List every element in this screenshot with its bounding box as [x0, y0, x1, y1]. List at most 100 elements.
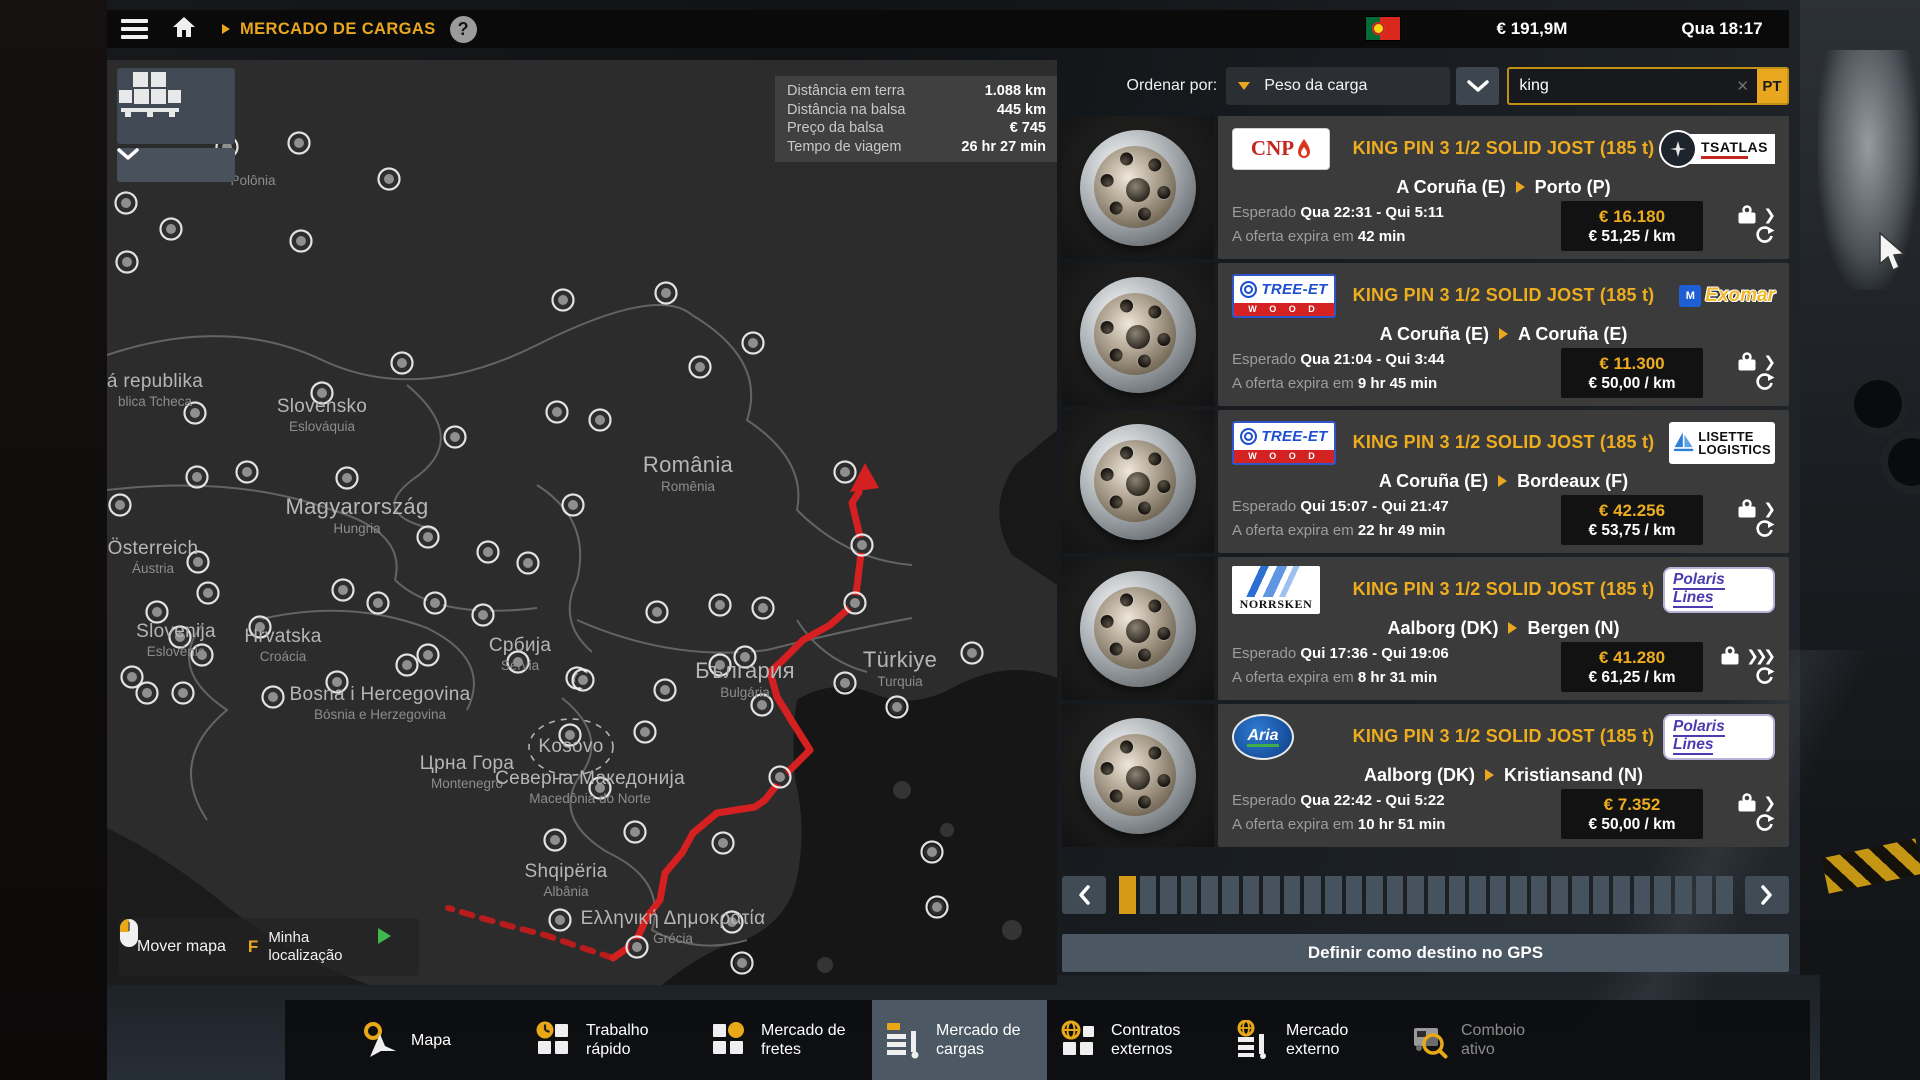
page-segment-active[interactable] [1119, 876, 1136, 914]
nav-item-mercado-de-cargas[interactable]: Mercado decargas [872, 1000, 1047, 1080]
offer-rate-per-km: € 53,75 / km [1588, 522, 1675, 540]
city-marker [192, 645, 213, 666]
urgency-chevrons-icon: ❯ [1763, 206, 1775, 224]
treeet-spiral-icon [1240, 428, 1257, 445]
next-page-button[interactable] [1745, 876, 1789, 914]
city-marker [550, 910, 571, 931]
page-segment[interactable] [1366, 876, 1383, 914]
help-button[interactable]: ? [450, 16, 477, 43]
page-segment[interactable] [1346, 876, 1363, 914]
mouse-icon [119, 918, 139, 948]
page-segment[interactable] [1675, 876, 1692, 914]
sort-dropdown[interactable]: Peso da carga [1226, 67, 1450, 105]
recipient-logo: TSATLAS [1663, 132, 1775, 166]
nav-item-mercado-externo[interactable]: Mercadoexterno [1222, 1000, 1397, 1080]
page-segment[interactable] [1263, 876, 1280, 914]
norrsken-streaks-icon [1232, 566, 1320, 597]
language-badge[interactable]: PT [1757, 69, 1787, 103]
page-segment[interactable] [1181, 876, 1198, 914]
route-cities: A Coruña (E) Bordeaux (F) [1232, 467, 1775, 495]
page-segment[interactable] [1696, 876, 1713, 914]
city-marker [110, 495, 131, 516]
recipient-logo: Polaris Lines [1663, 567, 1775, 613]
city-marker [198, 583, 219, 604]
destination-city: Bergen (N) [1527, 618, 1619, 639]
page-segment[interactable] [1654, 876, 1671, 914]
city-marker [508, 652, 529, 673]
page-segment[interactable] [1469, 876, 1486, 914]
page-segment[interactable] [1284, 876, 1301, 914]
city-marker [545, 830, 566, 851]
route-map[interactable]: Polôniaá republikablica TchecaSlovenskoE… [107, 60, 1057, 985]
origin-city: Aalborg (DK) [1387, 618, 1498, 639]
city-marker [392, 353, 413, 374]
chevron-down-icon [1467, 80, 1489, 92]
page-segment[interactable] [1140, 876, 1157, 914]
tsatlas-emblem-icon [1661, 132, 1695, 166]
page-segment[interactable] [1160, 876, 1177, 914]
page-segment[interactable] [1551, 876, 1568, 914]
cargo-offer-body: Aria KING PIN 3 1/2 SOLID JOST (185 t) P… [1218, 704, 1789, 847]
page-segment[interactable] [1222, 876, 1239, 914]
search-input[interactable] [1509, 77, 1736, 95]
cargo-flags: ❯ [1703, 205, 1775, 251]
destination-city: Kristiansand (N) [1504, 765, 1643, 786]
shipper-logo: NORRSKEN [1232, 566, 1344, 614]
cargo-offer-row[interactable]: Aria KING PIN 3 1/2 SOLID JOST (185 t) P… [1062, 704, 1789, 847]
page-segment[interactable] [1304, 876, 1321, 914]
offer-times: Esperado Qua 22:31 - Qui 5:11 A oferta e… [1232, 201, 1561, 251]
page-segment[interactable] [1490, 876, 1507, 914]
cargo-offer-row[interactable]: CNP KING PIN 3 1/2 SOLID JOST (185 t) TS… [1062, 116, 1789, 259]
page-segment[interactable] [1634, 876, 1651, 914]
route-cities: A Coruña (E) A Coruña (E) [1232, 320, 1775, 348]
trailer-cargo-icon [117, 68, 183, 120]
page-segment[interactable] [1593, 876, 1610, 914]
return-loop-icon [1755, 226, 1775, 246]
nav-item-mapa[interactable]: Mapa [347, 1000, 522, 1080]
cargo-offer-row[interactable]: NORRSKEN KING PIN 3 1/2 SOLID JOST (185 … [1062, 557, 1789, 700]
menu-icon[interactable] [121, 19, 148, 39]
map-collapse-button[interactable] [117, 148, 235, 182]
city-marker [553, 290, 574, 311]
city-marker [647, 602, 668, 623]
clear-search-icon[interactable]: ✕ [1736, 77, 1749, 95]
page-segment[interactable] [1613, 876, 1630, 914]
city-marker [962, 643, 983, 664]
my-location-label: Minha localização [268, 929, 378, 965]
cargo-offer-row[interactable]: TREE-ET W O O D KING PIN 3 1/2 SOLID JOS… [1062, 263, 1789, 406]
city-marker [117, 252, 138, 273]
page-segment[interactable] [1387, 876, 1404, 914]
page-segment[interactable] [1716, 876, 1733, 914]
page-segment[interactable] [1449, 876, 1466, 914]
cargo-flags: ❯ [1703, 499, 1775, 545]
page-segment[interactable] [1510, 876, 1527, 914]
route-info-value: € 745 [1010, 119, 1046, 138]
city-marker [418, 527, 439, 548]
page-segment[interactable] [1531, 876, 1548, 914]
page-segment[interactable] [1407, 876, 1424, 914]
nav-item-comboio-ativo[interactable]: Comboioativo [1397, 1000, 1572, 1080]
cargo-offer-row[interactable]: TREE-ET W O O D KING PIN 3 1/2 SOLID JOS… [1062, 410, 1789, 553]
page-segment[interactable] [1428, 876, 1445, 914]
previous-page-button[interactable] [1062, 876, 1106, 914]
nav-item-trabalho-rapido[interactable]: Trabalhorápido [522, 1000, 697, 1080]
page-segment[interactable] [1572, 876, 1589, 914]
city-marker [732, 953, 753, 974]
city-marker [473, 605, 494, 626]
sort-dropdown-open-button[interactable] [1456, 67, 1499, 105]
home-icon[interactable] [172, 16, 196, 43]
route-info-value: 1.088 km [985, 82, 1046, 101]
page-segment[interactable] [1243, 876, 1260, 914]
heavy-weight-icon [1736, 352, 1758, 372]
route-info-box: Distância em terra1.088 km Distância na … [775, 76, 1057, 162]
page-segment[interactable] [1325, 876, 1342, 914]
offer-rate-per-km: € 51,25 / km [1588, 228, 1675, 246]
page-segment[interactable] [1201, 876, 1218, 914]
city-marker [185, 403, 206, 424]
trailer-adviser-button[interactable] [117, 68, 235, 144]
origin-city: A Coruña (E) [1380, 324, 1489, 345]
nav-item-contratos-externos[interactable]: Contratosexternos [1047, 1000, 1222, 1080]
route-info-label: Distância na balsa [787, 101, 906, 120]
set-gps-destination-button[interactable]: Definir como destino no GPS [1062, 934, 1789, 972]
nav-item-mercado-de-fretes[interactable]: Mercado defretes [697, 1000, 872, 1080]
